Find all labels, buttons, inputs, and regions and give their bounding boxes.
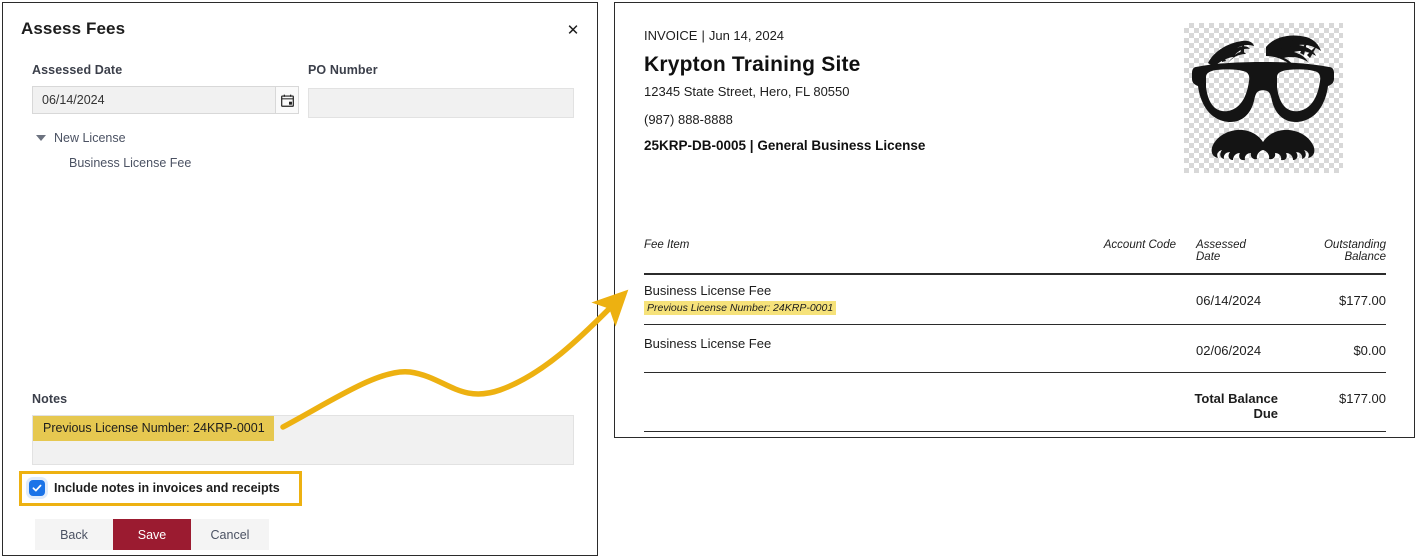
col-header-outstanding-balance: Outstanding Balance bbox=[1292, 239, 1386, 275]
col-header-fee-item: Fee Item bbox=[644, 239, 1044, 275]
table-total-row: Total Balance Due $177.00 bbox=[644, 372, 1386, 432]
cell-outstanding-balance: $177.00 bbox=[1292, 274, 1386, 325]
col-header-outstanding-balance-line1: Outstanding bbox=[1323, 239, 1386, 251]
cell-account-code bbox=[1044, 324, 1182, 373]
assessed-date-label: Assessed Date bbox=[32, 63, 123, 77]
invoice-header-separator: | bbox=[701, 28, 705, 43]
total-spacer bbox=[644, 372, 1044, 432]
invoice-phone: (987) 888-8888 bbox=[644, 112, 733, 127]
total-balance-due-value: $177.00 bbox=[1292, 372, 1386, 432]
notes-textarea[interactable]: Previous License Number: 24KRP-0001 bbox=[32, 415, 574, 465]
back-button[interactable]: Back bbox=[35, 519, 113, 550]
tree-node-new-license[interactable]: New License bbox=[36, 131, 126, 145]
po-number-input[interactable] bbox=[308, 88, 574, 118]
invoice-date: Jun 14, 2024 bbox=[708, 28, 785, 43]
col-header-account-code: Account Code bbox=[1044, 239, 1182, 275]
notes-label: Notes bbox=[32, 392, 68, 406]
fee-item-name: Business License Fee bbox=[644, 283, 772, 298]
cell-fee-item: Business License Fee bbox=[644, 324, 1044, 373]
screenshot-root: Assess Fees ✕ Assessed Date PO Number Ne… bbox=[0, 0, 1427, 560]
chevron-down-icon[interactable] bbox=[36, 135, 46, 141]
cell-outstanding-balance: $0.00 bbox=[1292, 324, 1386, 373]
include-notes-checkbox-label: Include notes in invoices and receipts bbox=[54, 481, 280, 495]
invoice-fee-table: Fee Item Account Code Assessed Date Outs… bbox=[644, 239, 1386, 432]
total-spacer-2 bbox=[1044, 372, 1182, 432]
invoice-license-line: 25KRP-DB-0005 | General Business License bbox=[644, 138, 926, 153]
col-header-assessed-date-line2: Date bbox=[1196, 251, 1221, 263]
dialog-button-row: Back Save Cancel bbox=[35, 519, 269, 550]
cell-assessed-date: 02/06/2024 bbox=[1182, 324, 1292, 373]
assess-fees-dialog: Assess Fees ✕ Assessed Date PO Number Ne… bbox=[2, 2, 598, 556]
cell-fee-item: Business License Fee Previous License Nu… bbox=[644, 274, 1044, 325]
fee-item-name: Business License Fee bbox=[644, 335, 772, 351]
disguise-glasses-mustache-logo bbox=[1184, 23, 1343, 173]
table-header-row: Fee Item Account Code Assessed Date Outs… bbox=[644, 239, 1386, 275]
include-notes-checkbox-row[interactable]: Include notes in invoices and receipts bbox=[29, 480, 280, 496]
assessed-date-field[interactable] bbox=[32, 86, 299, 114]
invoice-preview-panel: INVOICE | Jun 14, 2024 Krypton Training Si… bbox=[614, 2, 1415, 438]
table-row: Business License Fee Previous License Nu… bbox=[644, 274, 1386, 325]
invoice-doc-header: INVOICE | Jun 14, 2024 bbox=[644, 28, 784, 43]
table-row: Business License Fee 02/06/2024 $0.00 bbox=[644, 324, 1386, 373]
po-number-label: PO Number bbox=[308, 63, 378, 77]
close-icon[interactable]: ✕ bbox=[563, 20, 583, 40]
cell-assessed-date: 06/14/2024 bbox=[1182, 274, 1292, 325]
dialog-title: Assess Fees bbox=[21, 19, 126, 38]
col-header-outstanding-balance-line2: Balance bbox=[1344, 251, 1386, 263]
tree-node-label: New License bbox=[54, 131, 126, 145]
col-header-assessed-date-line1: Assessed bbox=[1196, 239, 1246, 251]
cell-account-code bbox=[1044, 274, 1182, 325]
fee-item-note: Previous License Number: 24KRP-0001 bbox=[644, 300, 837, 315]
calendar-icon[interactable] bbox=[275, 86, 299, 114]
invoice-address: 12345 State Street, Hero, FL 80550 bbox=[644, 84, 850, 99]
tree-item-business-license-fee[interactable]: Business License Fee bbox=[69, 156, 191, 170]
save-button[interactable]: Save bbox=[113, 519, 191, 550]
notes-value: Previous License Number: 24KRP-0001 bbox=[33, 416, 274, 441]
invoice-doc-type: INVOICE bbox=[644, 28, 698, 43]
invoice-business-name: Krypton Training Site bbox=[644, 53, 861, 76]
total-balance-due-label: Total Balance Due bbox=[1182, 372, 1292, 432]
cancel-button[interactable]: Cancel bbox=[191, 519, 269, 550]
assessed-date-input[interactable] bbox=[32, 86, 275, 114]
col-header-assessed-date: Assessed Date bbox=[1182, 239, 1292, 275]
checkbox-checked-icon[interactable] bbox=[29, 480, 45, 496]
